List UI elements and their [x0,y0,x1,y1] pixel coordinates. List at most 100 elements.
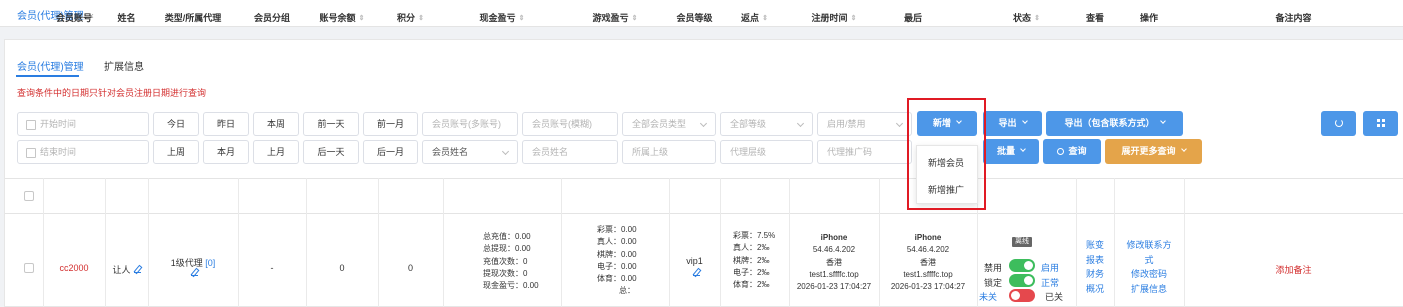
query-label: 查询 [1068,146,1087,156]
table-header [5,178,1403,214]
this-month-button[interactable]: 本月 [203,140,249,164]
game-sports: 体育：0.00 [597,274,637,284]
last-location: 香港 [920,257,936,267]
cash-deposit-count: 充值次数：0 [483,256,528,266]
row-checkbox[interactable] [24,263,34,273]
col-status-label: 状态 [1013,13,1032,23]
col-rebate[interactable]: 返点 ⇕ [720,0,789,36]
cash-pnl-value: 现金盈亏：0.00 [483,281,539,291]
view-finance-link[interactable]: 财务 [1076,267,1114,282]
col-cash-label: 现金盈亏 [479,13,516,23]
cash-withdraw-count: 提现次数：0 [483,268,528,278]
lock-toggle[interactable] [1009,274,1035,287]
sort-icon: ⇕ [1034,15,1040,22]
view-overview-link[interactable]: 概况 [1076,282,1114,297]
view-account-changes-link[interactable]: 账变 [1076,238,1114,253]
next-day-button[interactable]: 后一天 [303,140,359,164]
reg-domain: test1.sffffc.top [809,269,859,279]
extended-info-link[interactable]: 扩展信息 [1114,282,1184,297]
col-view: 查看 [1085,13,1104,23]
highlight-box [907,98,986,210]
col-level: 会员等级 [676,13,713,23]
end-date-input[interactable]: 结束时间 [17,140,149,164]
type-text: 1级代理 [170,258,203,268]
lock-label: 锁定 [984,278,1003,288]
export-contact-button[interactable]: 导出（包含联系方式） [1046,111,1183,136]
col-name: 姓名 [117,13,136,23]
enable-toggle[interactable] [1009,259,1035,272]
refresh-icon [1334,119,1343,127]
close-toggle[interactable] [1009,289,1035,302]
last-month-button[interactable]: 上月 [253,140,299,164]
grid-icon [1376,119,1385,127]
export-button[interactable]: 导出 [983,111,1042,136]
member-name-input[interactable]: 会员姓名 [522,140,618,164]
tab-member-agent[interactable]: 会员(代理)管理 [17,58,84,73]
col-cash-pnl[interactable]: 现金盈亏 ⇕ [443,0,561,36]
prev-month-button[interactable]: 前一月 [363,112,418,136]
col-reg-time[interactable]: 注册时间 ⇕ [789,0,879,36]
search-icon [1057,148,1065,155]
col-account: 会员账号 [55,13,92,23]
last-week-button[interactable]: 上周 [153,140,199,164]
reg-info: iPhone 54.46.4.202 香港 test1.sffffc.top 2… [789,232,879,293]
edit-icon[interactable] [191,269,198,276]
last-ip: 54.46.4.202 [906,245,950,255]
today-button[interactable]: 今日 [153,112,199,136]
game-slots: 电子：0.00 [597,261,637,271]
active-tab-indicator [16,75,79,77]
col-remark: 备注内容 [1275,13,1312,23]
account-link[interactable]: cc2000 [43,263,105,273]
this-week-button[interactable]: 本周 [253,112,299,136]
tab-extended-info[interactable]: 扩展信息 [104,58,144,73]
rebate-list: 彩票：7.5% 真人：2‰ 棋牌：2‰ 电子：2‰ 体育：2‰ [733,230,775,291]
enable-status-select[interactable]: 启用/禁用 [817,112,912,136]
col-points[interactable]: 积分 ⇕ [378,0,443,36]
col-balance[interactable]: 账号余额 ⇕ [306,0,378,36]
view-report-link[interactable]: 报表 [1076,253,1114,268]
last-info: iPhone 54.46.4.202 香港 test1.sffffc.top 2… [879,232,977,293]
export-contact-label: 导出（包含联系方式） [1064,118,1155,128]
edit-contact-link-cont[interactable]: 式 [1114,253,1184,268]
game-pnl-list: 彩票：0.00 真人：0.00 棋牌：0.00 电子：0.00 体育：0.00 … [597,224,637,298]
points: 0 [407,263,413,273]
reg-device: iPhone [820,233,848,242]
member-group: - [270,263,274,273]
start-date-input[interactable]: 开始时间 [17,112,149,136]
type-count-link[interactable]: [0] [205,258,215,268]
col-game-pnl[interactable]: 游戏盈亏 ⇕ [561,0,669,36]
reg-ip: 54.46.4.202 [812,245,856,255]
member-type-select[interactable]: 全部会员类型 [622,112,716,136]
agent-level-input[interactable]: 代理层级 [720,140,813,164]
query-button[interactable]: 查询 [1043,139,1101,164]
chevron-down-icon [1159,118,1166,124]
edit-icon[interactable] [692,269,700,276]
edit-icon[interactable] [133,266,141,273]
edit-password-link[interactable]: 修改密码 [1114,267,1184,282]
col-status[interactable]: 状态 ⇕ [977,0,1076,36]
name-field-select[interactable]: 会员姓名 [422,140,518,164]
member-level: vip1 [686,256,703,266]
select-all-checkbox[interactable] [24,191,34,201]
promo-code-input[interactable]: 代理推广码 [817,140,912,164]
more-query-button[interactable]: 展开更多查询 [1105,139,1202,164]
next-month-button[interactable]: 后一月 [363,140,418,164]
batch-button[interactable]: 批量 [983,139,1039,164]
prev-day-button[interactable]: 前一天 [303,112,359,136]
yesterday-button[interactable]: 昨日 [203,112,249,136]
chevron-down-icon [1180,146,1187,152]
chevron-down-icon [1021,118,1028,124]
ops-links: 修改联系方 式 修改密码 扩展信息 [1114,238,1184,296]
disable-label: 禁用 [984,263,1003,273]
col-type: 类型/所属代理 [164,13,222,23]
level-select[interactable]: 全部等级 [720,112,813,136]
reg-location: 香港 [826,257,842,267]
parent-input[interactable]: 所属上级 [622,140,716,164]
fuzzy-account-input[interactable]: 会员账号(模糊) [522,112,618,136]
edit-contact-link[interactable]: 修改联系方 [1114,238,1184,253]
refresh-button[interactable] [1321,111,1356,136]
multi-account-input[interactable]: 会员账号(多账号) [422,112,518,136]
add-remark-link[interactable]: 添加备注 [1184,263,1403,276]
game-total: 总： [619,286,635,296]
grid-view-button[interactable] [1363,111,1398,136]
